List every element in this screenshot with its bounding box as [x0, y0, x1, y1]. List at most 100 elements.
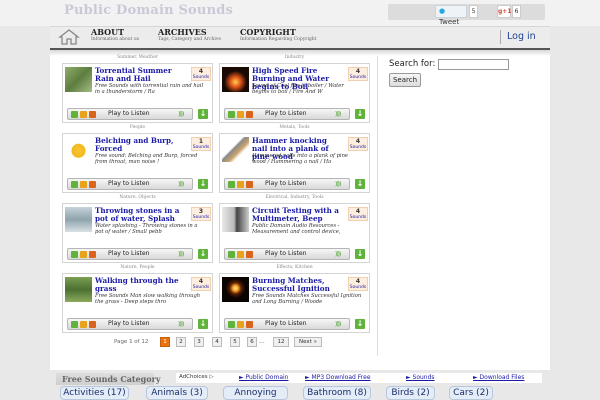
ad-link-mp3-download[interactable]: ► MP3 Download Free [305, 374, 371, 381]
volume-icon[interactable]: )))) [335, 111, 341, 118]
page-2[interactable]: 2 [176, 337, 186, 347]
card-category-label[interactable]: Nature, Objects [62, 195, 213, 200]
card-category-label[interactable]: Summer, Weather [62, 55, 213, 60]
category-tag-activities[interactable]: Activities (17) [60, 386, 129, 400]
pause-icon[interactable] [237, 321, 244, 328]
card-title-link[interactable]: Throwing stones in a pot of water, Splas… [95, 207, 185, 223]
card-title-link[interactable]: Burning Matches, Successful Ignition [252, 277, 342, 293]
splash-thumbnail[interactable] [65, 207, 92, 232]
stop-icon[interactable] [89, 251, 96, 258]
play-icon[interactable] [228, 111, 235, 118]
volume-icon[interactable]: )))) [178, 181, 184, 188]
pause-icon[interactable] [237, 111, 244, 118]
match-thumbnail[interactable] [222, 277, 249, 302]
download-icon[interactable]: ↓ [355, 319, 365, 329]
category-tag-animals[interactable]: Animals (3) [146, 386, 208, 400]
volume-icon[interactable]: )))) [178, 321, 184, 328]
login-link[interactable]: Log in [507, 31, 536, 42]
volume-icon[interactable]: )))) [178, 111, 184, 118]
rain-thumbnail[interactable] [65, 67, 92, 92]
multimeter-thumbnail[interactable] [222, 207, 249, 232]
download-icon[interactable]: ↓ [198, 319, 208, 329]
ad-link-sounds[interactable]: ► Sounds [406, 374, 435, 381]
play-to-listen-label[interactable]: Play to Listen [265, 319, 307, 329]
volume-icon[interactable]: )))) [335, 321, 341, 328]
stop-icon[interactable] [246, 321, 253, 328]
home-icon[interactable] [58, 28, 80, 46]
category-tag-cars[interactable]: Cars (2) [449, 386, 493, 400]
ad-link-public-domain[interactable]: ► Public Domain [239, 374, 288, 381]
stop-icon[interactable] [89, 111, 96, 118]
play-icon[interactable] [228, 181, 235, 188]
play-to-listen-label[interactable]: Play to Listen [265, 179, 307, 189]
stop-icon[interactable] [89, 181, 96, 188]
page-3[interactable]: 3 [194, 337, 204, 347]
next-page-button[interactable]: Next » [294, 337, 322, 347]
card-category-label[interactable]: Metals, Tools [219, 125, 370, 130]
volume-icon[interactable]: )))) [335, 251, 341, 258]
page-4[interactable]: 4 [212, 337, 222, 347]
play-to-listen-label[interactable]: Play to Listen [108, 109, 150, 119]
play-to-listen-label[interactable]: Play to Listen [108, 249, 150, 259]
page-1[interactable]: 1 [160, 337, 170, 347]
search-input[interactable] [438, 59, 509, 70]
pause-icon[interactable] [80, 251, 87, 258]
pause-icon[interactable] [80, 111, 87, 118]
play-to-listen-label[interactable]: Play to Listen [108, 179, 150, 189]
card-title-link[interactable]: Torrential Summer Rain and Hail [95, 67, 185, 83]
card-category-label[interactable]: Nature, People [62, 265, 213, 270]
download-icon[interactable]: ↓ [198, 109, 208, 119]
tweet-button[interactable]: ● Tweet [435, 5, 467, 26]
page-6[interactable]: 6 [247, 337, 257, 347]
pause-icon[interactable] [80, 321, 87, 328]
play-icon[interactable] [71, 321, 78, 328]
pause-icon[interactable] [237, 181, 244, 188]
page-12[interactable]: 12 [273, 337, 289, 347]
category-tag-birds[interactable]: Birds (2) [386, 386, 435, 400]
stop-icon[interactable] [246, 251, 253, 258]
download-icon[interactable]: ↓ [198, 249, 208, 259]
card-category-label[interactable]: People [62, 125, 213, 130]
category-tag-annoying[interactable]: Annoying (15) [223, 386, 288, 400]
nav-about[interactable]: ABOUT Information about us [91, 27, 139, 42]
beer-thumbnail[interactable] [65, 137, 92, 162]
grass-thumbnail[interactable] [65, 277, 92, 302]
play-to-listen-label[interactable]: Play to Listen [265, 109, 307, 119]
download-icon[interactable]: ↓ [355, 179, 365, 189]
download-icon[interactable]: ↓ [355, 109, 365, 119]
stop-icon[interactable] [89, 321, 96, 328]
sound-count-label: Sounds [349, 285, 367, 290]
play-icon[interactable] [228, 251, 235, 258]
ad-link-download-files[interactable]: ► Download Files [473, 374, 524, 381]
search-button[interactable]: Search [389, 73, 421, 87]
stop-icon[interactable] [246, 111, 253, 118]
page-5[interactable]: 5 [230, 337, 240, 347]
card-title-link[interactable]: Walking through the grass [95, 277, 185, 293]
stop-icon[interactable] [246, 181, 253, 188]
fire-thumbnail[interactable] [222, 67, 249, 92]
volume-icon[interactable]: )))) [335, 181, 341, 188]
volume-icon[interactable]: )))) [178, 251, 184, 258]
play-icon[interactable] [71, 111, 78, 118]
google-plus-button[interactable]: g+1 [497, 5, 512, 18]
play-icon[interactable] [71, 251, 78, 258]
play-to-listen-label[interactable]: Play to Listen [108, 319, 150, 329]
card-category-label[interactable]: Electrical, Industry, Tools [219, 195, 370, 200]
site-title[interactable]: Public Domain Sounds [64, 3, 233, 18]
play-icon[interactable] [71, 181, 78, 188]
nav-copyright[interactable]: COPYRIGHT Information Regarding Copyrigh… [240, 27, 317, 42]
hammer-thumbnail[interactable] [222, 137, 249, 162]
pause-icon[interactable] [80, 181, 87, 188]
category-tag-bathroom[interactable]: Bathroom (8) [303, 386, 371, 400]
play-icon[interactable] [228, 321, 235, 328]
card-title-link[interactable]: Circuit Testing with a Multimeter, Beep [252, 207, 342, 223]
card-title-link[interactable]: Belching and Burp, Forced [95, 137, 185, 153]
card-category-label[interactable]: Industry [219, 55, 370, 60]
download-icon[interactable]: ↓ [198, 179, 208, 189]
download-icon[interactable]: ↓ [355, 249, 365, 259]
card-category-label[interactable]: Effects, Kitchen [219, 265, 370, 270]
play-to-listen-label[interactable]: Play to Listen [265, 249, 307, 259]
nav-archives[interactable]: ARCHIVES Tags, Category and Archive [158, 27, 221, 42]
adchoices-label[interactable]: AdChoices ▷ [179, 374, 214, 380]
pause-icon[interactable] [237, 251, 244, 258]
